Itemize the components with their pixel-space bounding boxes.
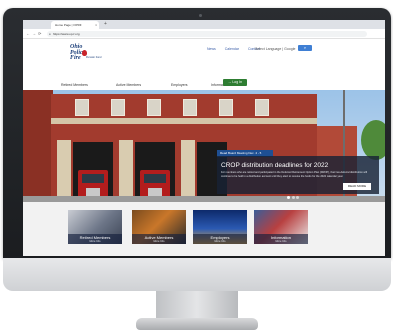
hero-image-pillar — [57, 140, 71, 202]
tile-retired-members[interactable]: Retired Members More Info — [68, 210, 122, 244]
truck-windshield — [144, 174, 166, 183]
hero-image-left-building — [23, 90, 53, 202]
lock-icon: ● — [49, 31, 51, 36]
tile-employers[interactable]: Employers More Info — [193, 210, 247, 244]
browser-tabstrip: Home Page | OPRF × + — [23, 20, 385, 36]
hero-image-pillar — [119, 140, 133, 202]
news-title[interactable]: CROP distribution deadlines for 2022 — [221, 162, 328, 169]
webcam — [199, 14, 202, 17]
audience-tiles: Retired Members More Info Active Members… — [23, 202, 385, 256]
hero-banner: Read Board Meeting Dec. 4 - 5 CROP distr… — [23, 90, 385, 202]
hero-image-window — [75, 99, 89, 116]
logo-line-3: Fire — [70, 55, 81, 61]
nav-active-members[interactable]: Active Members — [116, 81, 141, 89]
address-bar[interactable]: ● https://www.op-f.org — [47, 30, 367, 37]
hero-image-window — [183, 99, 197, 116]
hero-image-window — [111, 99, 125, 116]
carousel-dot[interactable] — [296, 196, 299, 199]
tab-close-icon[interactable]: × — [95, 21, 97, 29]
search-button[interactable]: ⌕ — [298, 45, 312, 51]
hero-image-cornice — [51, 118, 317, 124]
nav-employers[interactable]: Employers — [171, 81, 188, 89]
login-button[interactable]: → Log In — [223, 79, 247, 86]
browser-tab[interactable]: Home Page | OPRF × — [51, 21, 99, 29]
language-select[interactable]: Select Language | Google — [255, 47, 295, 51]
hero-image-tree — [361, 120, 385, 160]
tile-active-members[interactable]: Active Members More Info — [132, 210, 186, 244]
hero-image-window — [219, 99, 233, 116]
tile-information[interactable]: Information More Info — [254, 210, 308, 244]
hero-image-bay — [135, 142, 175, 202]
monitor-stand — [156, 291, 238, 320]
nav-retired-members[interactable]: Retired Members — [61, 81, 88, 89]
hero-image-window — [147, 99, 161, 116]
main-nav: Retired Members Active Members Employers… — [61, 81, 281, 89]
truck-windshield — [82, 174, 104, 183]
browser-toolbar: ← → ⟳ ● https://www.op-f.org — [23, 29, 385, 39]
logo-wordmark: Ohio Police Fire — [70, 44, 92, 62]
tile-caption: Employers More Info — [193, 234, 247, 244]
site-header: Ohio Police Fire Pension Fund News Calen… — [23, 39, 385, 91]
carousel-dot[interactable] — [291, 196, 295, 199]
monitor-base — [136, 318, 258, 330]
logo-subtitle: Pension Fund — [86, 56, 102, 59]
carousel-dots — [287, 186, 301, 202]
news-body: For members who are retired and particip… — [221, 171, 368, 178]
truck-grille — [86, 188, 100, 196]
tile-sub: More Info — [89, 240, 101, 243]
monitor-chin — [3, 258, 391, 291]
screen: Home Page | OPRF × + ← → ⟳ ● https://www… — [23, 20, 385, 256]
forward-icon[interactable]: → — [32, 30, 36, 37]
tab-title: Home Page | OPRF — [55, 23, 82, 27]
carousel-dot[interactable] — [287, 196, 290, 199]
read-more-button[interactable]: READ MORE — [343, 183, 371, 190]
tile-sub: More Info — [275, 240, 287, 243]
tile-sub: More Info — [214, 240, 226, 243]
hero-image-pillar — [181, 140, 195, 202]
url-text: https://www.op-f.org — [53, 31, 80, 36]
new-tab-button[interactable]: + — [104, 20, 107, 29]
back-icon[interactable]: ← — [26, 30, 30, 37]
tile-sub: More Info — [153, 240, 165, 243]
truck-grille — [148, 188, 162, 196]
reload-icon[interactable]: ⟳ — [38, 30, 41, 37]
hero-image-bay — [73, 142, 113, 202]
util-link-calendar[interactable]: Calendar — [225, 47, 239, 51]
news-panel: CROP distribution deadlines for 2022 For… — [217, 156, 379, 199]
tile-caption: Retired Members More Info — [68, 234, 122, 244]
util-link-news[interactable]: News — [207, 47, 216, 51]
hero-image-window — [255, 99, 269, 116]
site-logo[interactable]: Ohio Police Fire Pension Fund — [70, 44, 112, 63]
tile-caption: Active Members More Info — [132, 234, 186, 244]
tile-caption: Information More Info — [254, 234, 308, 244]
